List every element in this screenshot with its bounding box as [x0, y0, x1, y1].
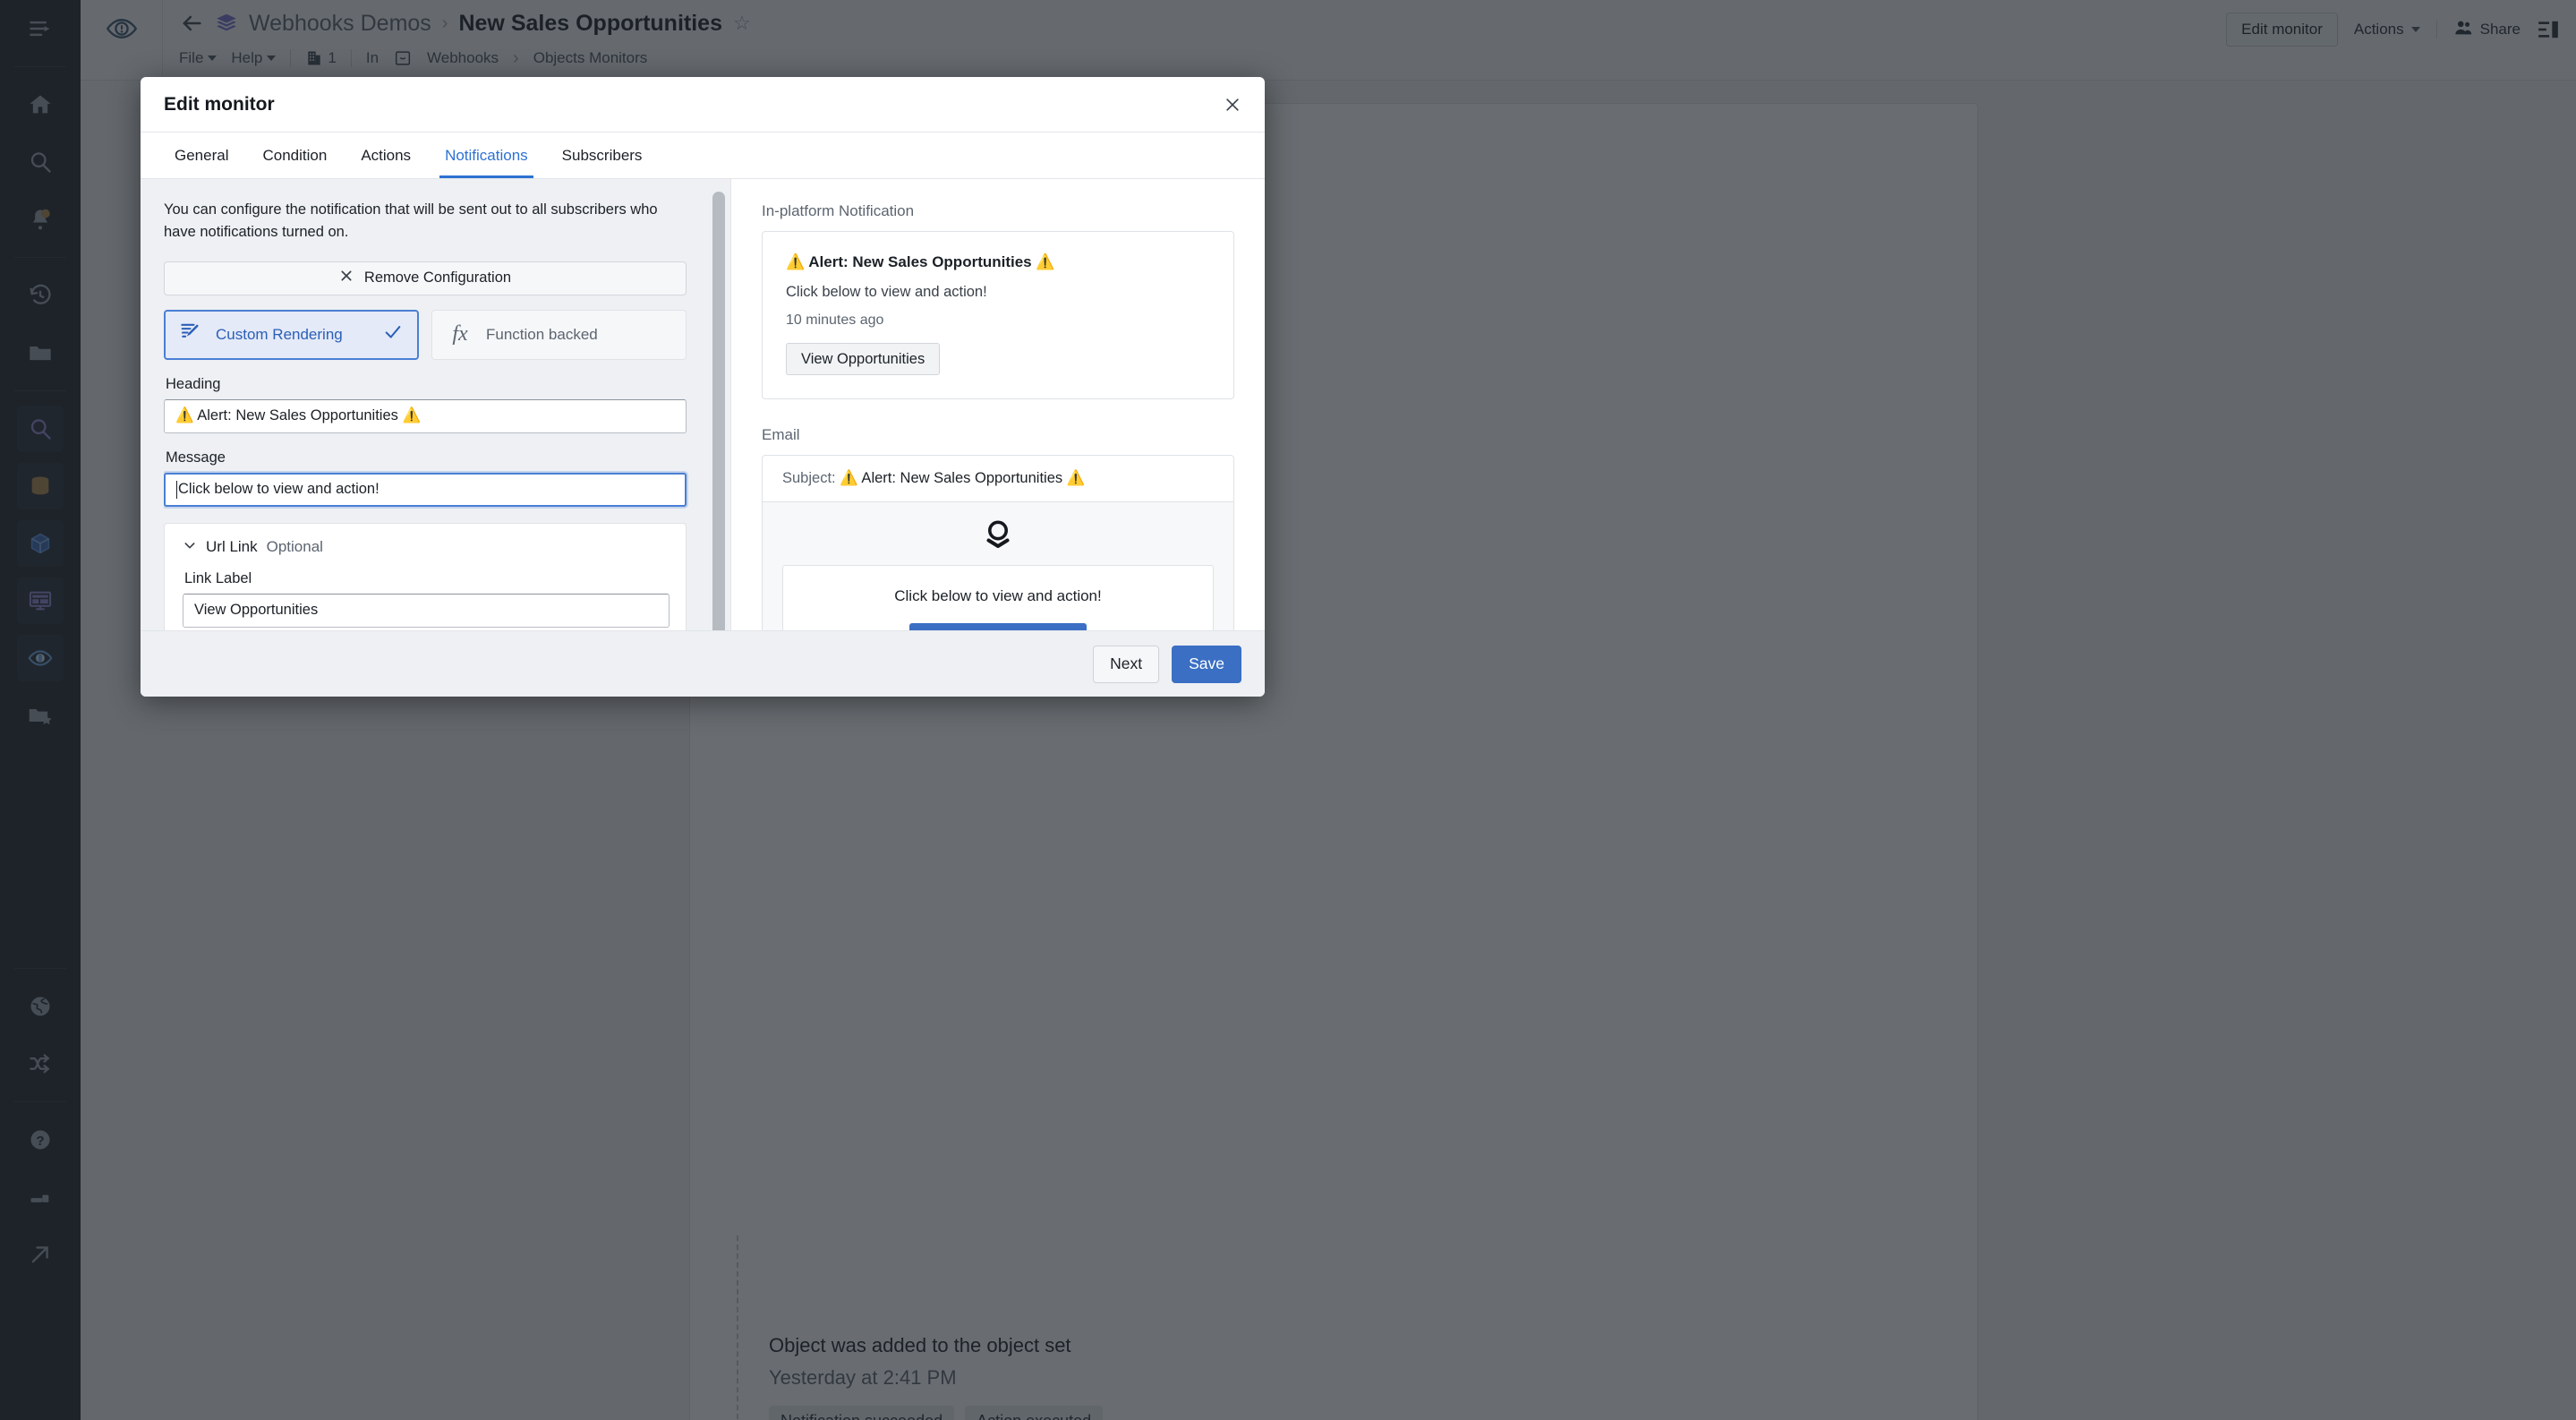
function-backed-label: Function backed — [486, 325, 598, 343]
next-button[interactable]: Next — [1093, 645, 1160, 683]
config-scroll-area: You can configure the notification that … — [164, 199, 707, 630]
config-scrollbar[interactable] — [712, 192, 725, 630]
custom-rendering-label: Custom Rendering — [216, 325, 343, 343]
notification-preview-pane: In-platform Notification ⚠️ Alert: New S… — [731, 179, 1265, 630]
in-platform-preview-label: In-platform Notification — [762, 202, 915, 219]
fx-icon: fx — [452, 322, 468, 346]
dialog-header: Edit monitor — [141, 77, 1265, 133]
custom-rendering-pencil-icon — [180, 321, 203, 348]
link-label-label: Link Label — [184, 569, 252, 586]
email-message: Click below to view and action! — [894, 587, 1102, 604]
dialog-footer: Next Save — [141, 630, 1265, 697]
edit-monitor-dialog: Edit monitor General Condition Actions N… — [141, 77, 1265, 697]
notification-config-pane: You can configure the notification that … — [141, 179, 731, 630]
tab-condition[interactable]: Condition — [252, 133, 337, 178]
message-input[interactable]: Click below to view and action! — [164, 472, 687, 507]
email-subject-prefix: Subject: — [782, 470, 836, 486]
url-link-section-header[interactable]: Url Link Optional — [183, 538, 668, 556]
save-button[interactable]: Save — [1172, 645, 1241, 683]
email-content-block: Click below to view and action! View Opp… — [782, 565, 1214, 630]
remove-configuration-label: Remove Configuration — [363, 269, 512, 286]
tab-actions[interactable]: Actions — [350, 133, 422, 178]
dialog-title: Edit monitor — [164, 93, 275, 115]
foundry-logo-icon — [782, 518, 1214, 552]
chevron-down-icon — [183, 538, 197, 556]
email-subject-row: Subject: ⚠️ Alert: New Sales Opportuniti… — [763, 456, 1233, 502]
x-icon — [339, 269, 354, 287]
tab-general[interactable]: General — [164, 133, 239, 178]
dialog-tabs: General Condition Actions Notifications … — [141, 133, 1265, 179]
in-platform-preview-card: ⚠️ Alert: New Sales Opportunities ⚠️ Cli… — [762, 231, 1234, 399]
remove-configuration-button[interactable]: Remove Configuration — [164, 261, 687, 295]
message-label: Message — [166, 449, 226, 466]
heading-value: ⚠️ Alert: New Sales Opportunities ⚠️ — [175, 407, 422, 423]
in-platform-message: Click below to view and action! — [786, 284, 987, 300]
dialog-body: You can configure the notification that … — [141, 179, 1265, 630]
email-subject-value: ⚠️ Alert: New Sales Opportunities ⚠️ — [840, 470, 1086, 486]
message-value: Click below to view and action! — [178, 481, 380, 497]
email-preview-card: Subject: ⚠️ Alert: New Sales Opportuniti… — [762, 455, 1234, 630]
scrollbar-thumb[interactable] — [712, 192, 725, 630]
email-action-button[interactable]: View Opportunities — [908, 623, 1088, 630]
render-mode-toggle-group: Custom Rendering fx Function backed — [164, 309, 707, 360]
heading-label: Heading — [166, 375, 221, 392]
url-link-section: Url Link Optional Link Label View Opport… — [164, 522, 687, 630]
tab-notifications[interactable]: Notifications — [434, 133, 539, 178]
render-mode-custom-rendering[interactable]: Custom Rendering — [164, 309, 419, 360]
in-platform-heading: ⚠️ Alert: New Sales Opportunities ⚠️ — [786, 253, 1055, 270]
email-body: Click below to view and action! View Opp… — [763, 502, 1233, 630]
text-caret — [176, 480, 177, 499]
render-mode-function-backed[interactable]: fx Function backed — [431, 309, 687, 360]
check-icon — [383, 322, 403, 347]
tab-subscribers[interactable]: Subscribers — [551, 133, 653, 178]
link-label-input[interactable]: View Opportunities — [183, 593, 670, 628]
in-platform-timestamp: 10 minutes ago — [786, 312, 884, 328]
heading-input[interactable]: ⚠️ Alert: New Sales Opportunities ⚠️ — [164, 398, 687, 433]
url-link-optional-badge: Optional — [266, 537, 323, 555]
config-description: You can configure the notification that … — [164, 201, 658, 240]
url-link-title: Url Link — [206, 537, 258, 555]
in-platform-action-button[interactable]: View Opportunities — [786, 343, 941, 375]
link-label-value: View Opportunities — [194, 602, 319, 618]
close-icon[interactable] — [1218, 90, 1247, 119]
email-preview-label: Email — [762, 426, 800, 443]
